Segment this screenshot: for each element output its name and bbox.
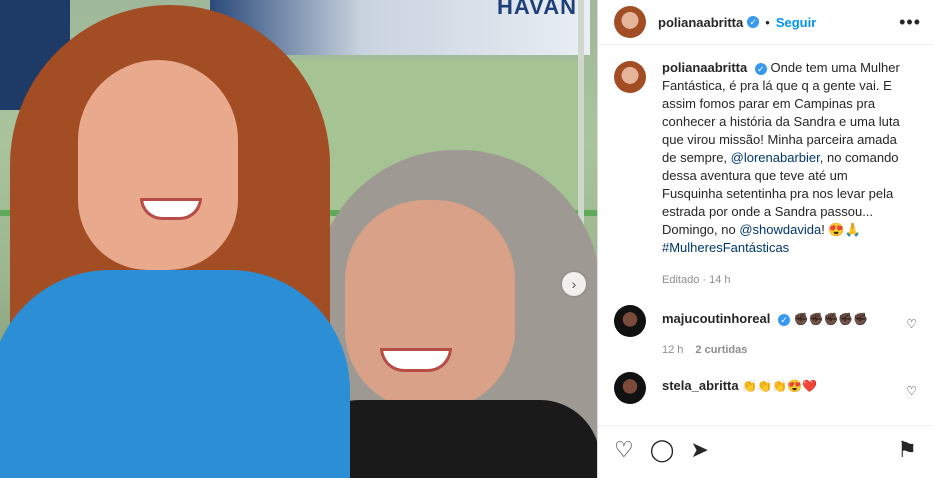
verified-icon: ✓ [754,62,767,75]
post-sidebar: polianaabritta ✓ • Seguir ••• polianaabr… [597,0,933,478]
banner-text: HAVAN [497,0,577,19]
caption-body: polianaabritta ✓ Onde tem uma Mulher Fan… [662,59,910,289]
person-left-face [78,60,238,270]
comment-time[interactable]: 12 h [662,344,683,356]
mention-link[interactable]: @lorenabarbier [731,150,820,165]
comment-text: 👏👏👏😍❤️ [742,379,817,393]
comment-like-icon[interactable]: ♡ [906,317,917,331]
caption-time[interactable]: 14 h [709,274,730,286]
next-photo-button[interactable]: › [562,272,586,296]
verified-icon: ✓ [777,313,790,326]
comment-icon[interactable]: ◯ [650,437,675,463]
comment-text: ✊🏿✊🏿✊🏿✊🏿✊🏿 [793,312,869,326]
post-header: polianaabritta ✓ • Seguir ••• [598,0,933,45]
commenter-avatar[interactable] [614,372,646,404]
comment-like-icon[interactable]: ♡ [906,384,917,398]
like-icon[interactable]: ♡ [614,437,634,463]
action-bar: ♡ ◯ ➤ ⚑ [598,425,933,466]
commenter-username[interactable]: stela_abritta [662,378,739,393]
commenter-username[interactable]: majucoutinhoreal [662,311,770,326]
comments-scroll-area[interactable]: polianaabritta ✓ Onde tem uma Mulher Fan… [598,45,933,422]
author-username[interactable]: polianaabritta [658,15,743,30]
verified-icon: ✓ [747,16,760,28]
person-right-face [345,200,515,410]
post-photo[interactable]: HAVAN › [0,0,597,478]
caption-meta: Editado · 14 h [662,274,731,286]
separator-dot: • [765,14,770,30]
edited-label: Editado [662,274,700,286]
hashtag-link[interactable]: #MulheresFantásticas [662,240,789,255]
save-icon[interactable]: ⚑ [897,437,917,463]
mention-link[interactable]: @showdavida [739,222,821,237]
comment-meta: 12 h 2 curtidas [662,344,888,356]
caption-username[interactable]: polianaabritta [662,60,747,75]
caption-avatar[interactable] [614,61,646,93]
caption-text-3: ! 😍🙏 [821,222,861,237]
author-avatar[interactable] [614,6,646,38]
comment-item: majucoutinhoreal ✓ ✊🏿✊🏿✊🏿✊🏿✊🏿 12 h 2 curt… [598,305,933,356]
caption-row: polianaabritta ✓ Onde tem uma Mulher Fan… [598,45,933,289]
comment-likes[interactable]: 2 curtidas [695,344,747,356]
follow-button[interactable]: Seguir [776,15,816,30]
commenter-avatar[interactable] [614,305,646,337]
comment-body: majucoutinhoreal ✓ ✊🏿✊🏿✊🏿✊🏿✊🏿 12 h 2 curt… [662,305,888,356]
share-icon[interactable]: ➤ [690,437,708,463]
comment-body: stela_abritta 👏👏👏😍❤️ [662,372,888,393]
person-left-body [0,270,350,478]
more-options-icon[interactable]: ••• [899,12,921,33]
chevron-right-icon: › [571,276,577,292]
comment-item: stela_abritta 👏👏👏😍❤️ ♡ [598,372,933,404]
